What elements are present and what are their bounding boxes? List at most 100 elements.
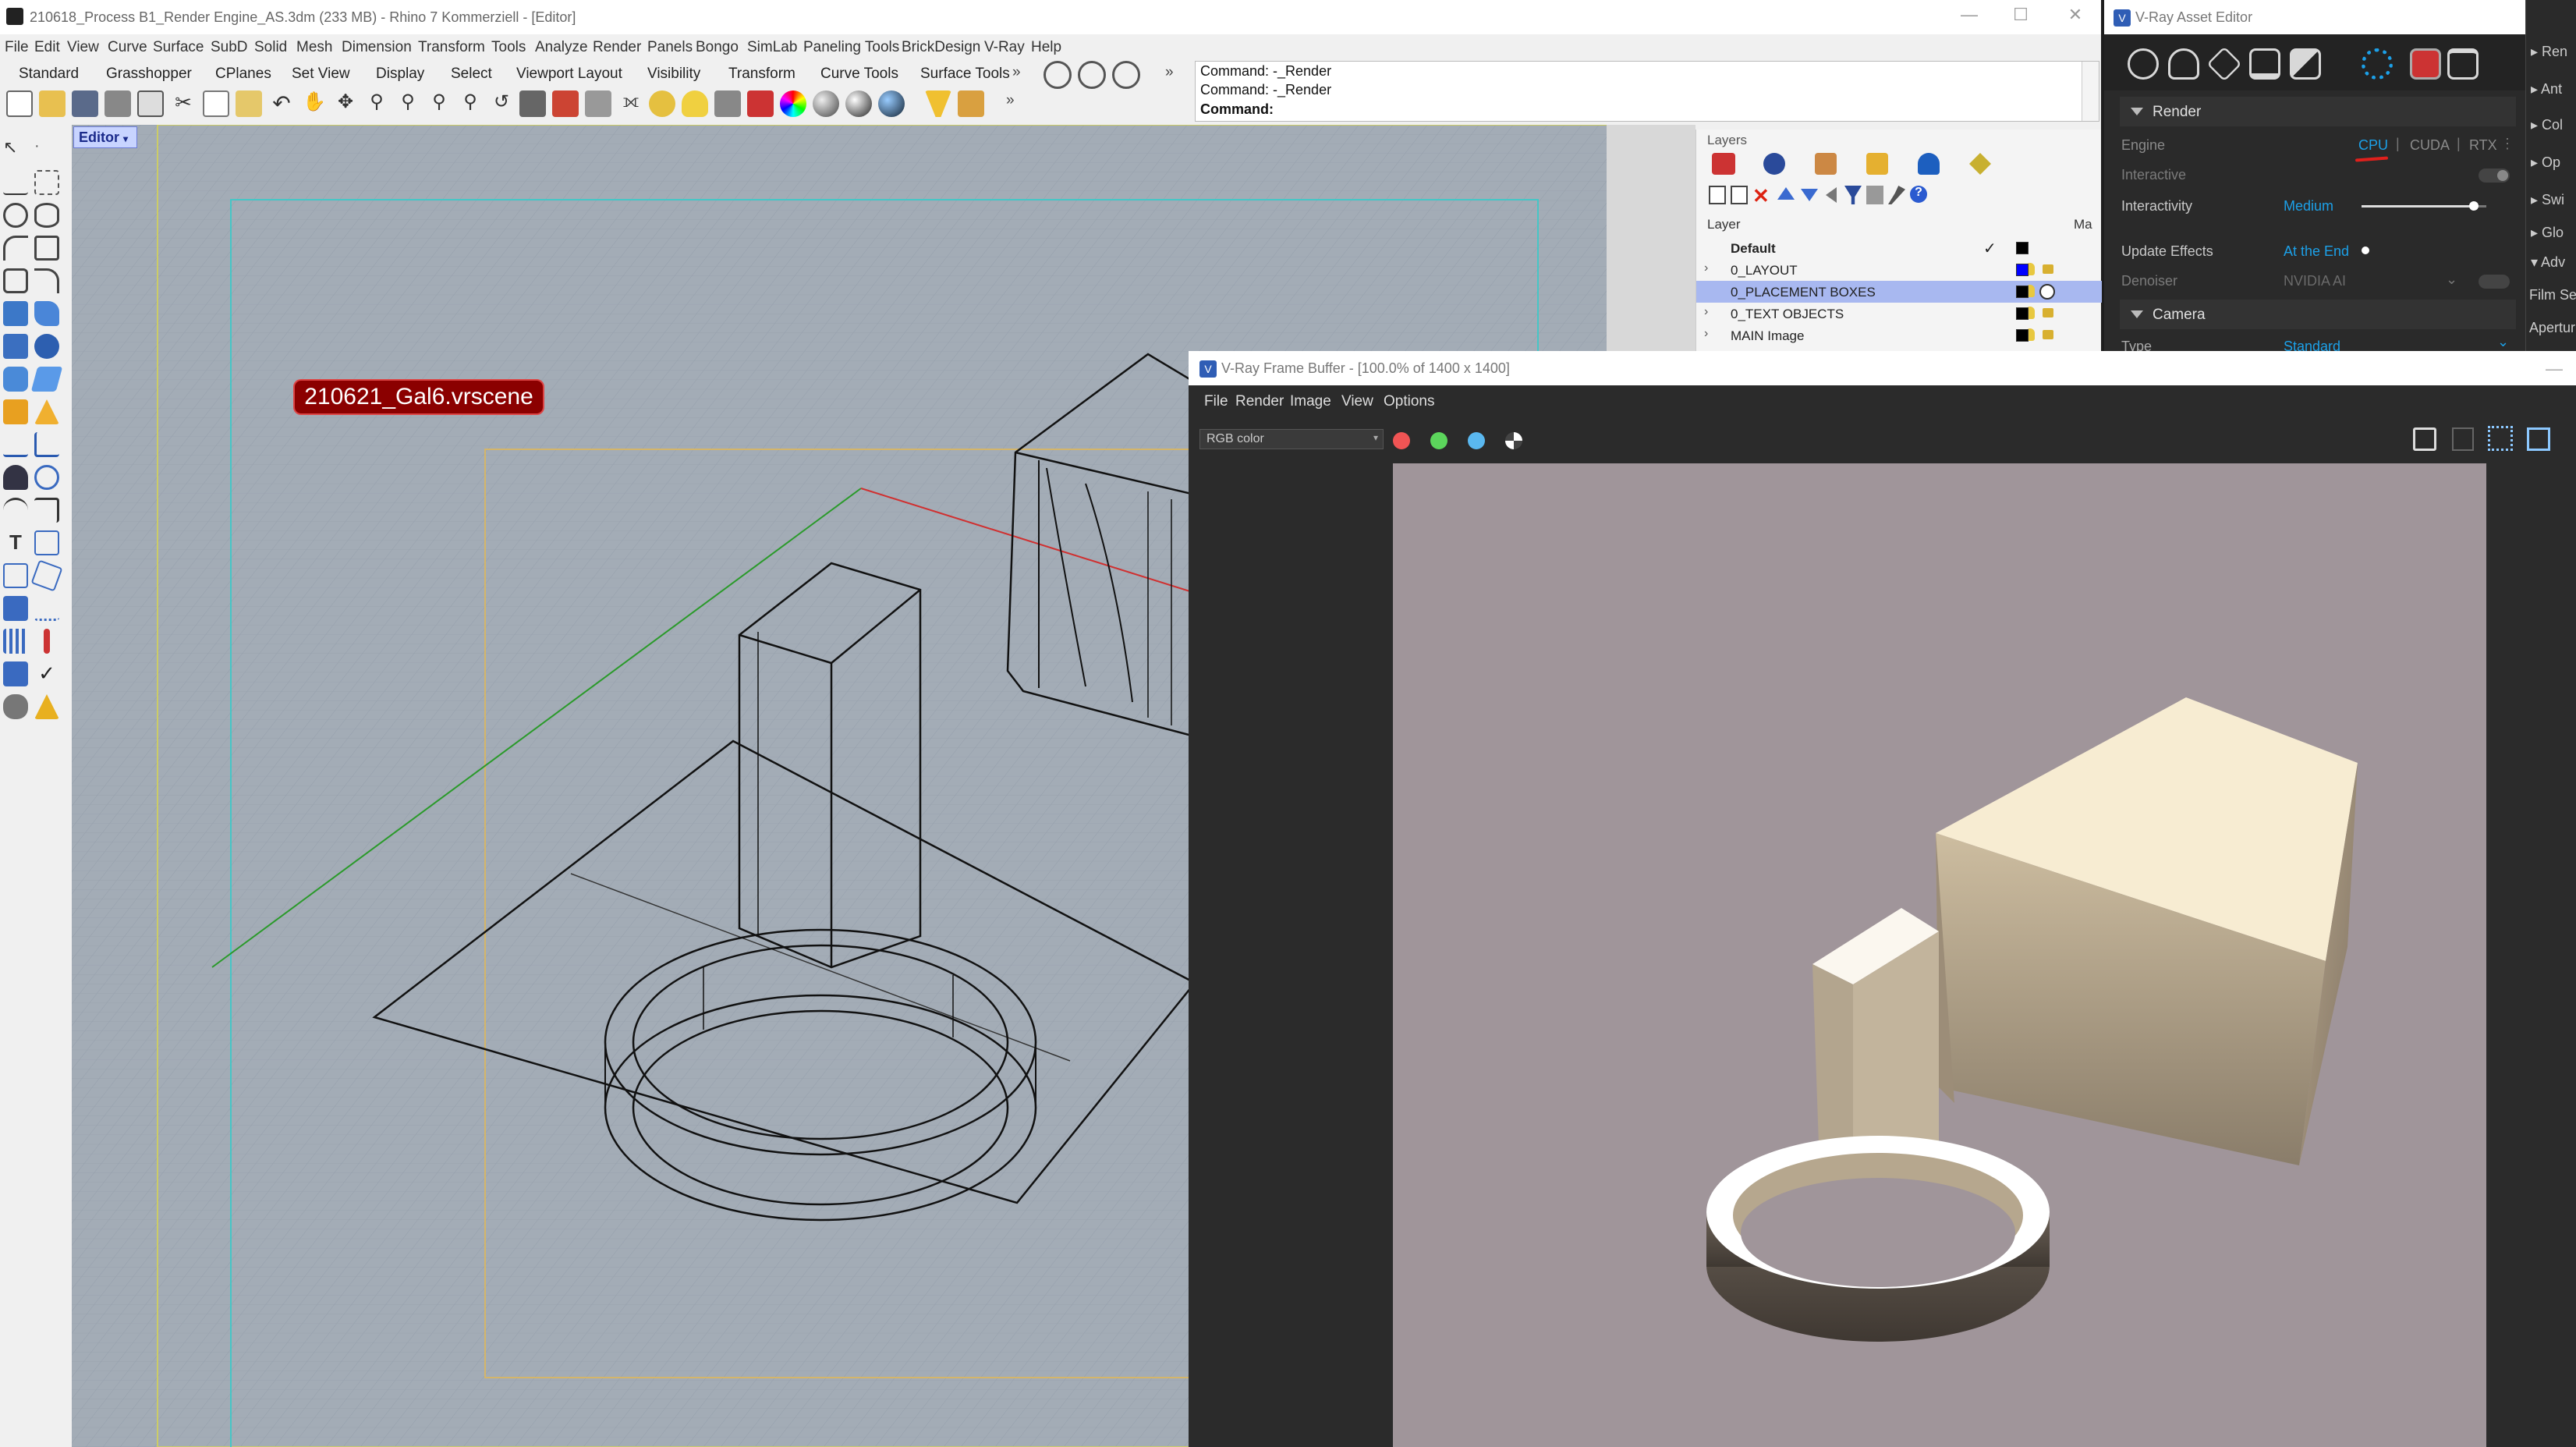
copy-icon[interactable]	[203, 90, 229, 117]
close-button[interactable]: ✕	[2056, 5, 2095, 30]
split-icon[interactable]	[34, 432, 59, 457]
join-icon[interactable]	[34, 465, 59, 490]
mesh-icon[interactable]	[3, 465, 28, 490]
menu-mesh[interactable]: Mesh	[296, 39, 332, 56]
extend-icon[interactable]	[34, 498, 59, 523]
select-arrow-icon[interactable]: ↖	[3, 137, 28, 162]
zoom-extents-icon[interactable]: ⚲	[426, 90, 452, 117]
update-effects-slider-knob[interactable]	[2362, 246, 2369, 254]
vray-interactive-icon[interactable]	[1078, 61, 1106, 89]
update-effects-value[interactable]: At the End	[2284, 243, 2349, 260]
rendered-sphere-icon[interactable]	[845, 90, 872, 117]
engine-more-icon[interactable]: ⋮	[2500, 136, 2514, 152]
side-item[interactable]: ▾ Adv	[2531, 254, 2565, 271]
polyline-icon[interactable]	[3, 170, 28, 195]
layer-color-swatch[interactable]	[2016, 285, 2029, 298]
layer-row-main-image[interactable]: › MAIN Image	[1696, 325, 2102, 345]
render-sphere-icon[interactable]	[878, 90, 905, 117]
trim-icon[interactable]: ⟗	[618, 90, 644, 117]
sphere-icon[interactable]	[34, 334, 59, 359]
scale-icon[interactable]	[3, 596, 28, 621]
menu-solid[interactable]: Solid	[254, 39, 287, 56]
new-layer-icon[interactable]	[1709, 186, 1726, 204]
menu-tools[interactable]: Tools	[491, 39, 526, 56]
layers-tab-icon[interactable]	[1712, 153, 1735, 175]
expand-chevron-icon[interactable]: ›	[1704, 261, 1708, 275]
blue-channel-button[interactable]	[1468, 432, 1485, 449]
options-gear-icon[interactable]	[958, 90, 984, 117]
light-icon[interactable]	[682, 90, 708, 117]
layer-help-icon[interactable]: ?	[1910, 186, 1927, 203]
tab-cplanes[interactable]: CPlanes	[215, 66, 271, 83]
engine-option-cuda[interactable]: CUDA	[2410, 137, 2450, 154]
channel-dropdown[interactable]: RGB color ▾	[1199, 429, 1384, 449]
pan-icon[interactable]: ✋	[301, 90, 328, 117]
undo-view-icon[interactable]: ↺	[488, 90, 515, 117]
menu-render[interactable]: Render	[593, 39, 641, 56]
side-item[interactable]: ▸ Ant	[2531, 81, 2562, 98]
notifications-tab-icon[interactable]	[1918, 153, 1940, 175]
polygon-icon[interactable]	[3, 268, 28, 293]
menu-panels[interactable]: Panels	[647, 39, 693, 56]
tab-select[interactable]: Select	[451, 66, 492, 83]
arc-icon[interactable]	[3, 236, 28, 261]
command-prompt[interactable]: Command:	[1200, 101, 1274, 118]
maximize-button[interactable]: ☐	[2001, 5, 2040, 30]
vray-render-icon[interactable]	[1044, 61, 1072, 89]
save-icon[interactable]	[72, 90, 98, 117]
toolbar-overflow-icon[interactable]: »	[1006, 92, 1015, 109]
zoom-window-icon[interactable]: ⚲	[395, 90, 421, 117]
menu-transform[interactable]: Transform	[418, 39, 485, 56]
color-wheel-icon[interactable]	[780, 90, 806, 117]
offset-icon[interactable]	[3, 498, 28, 523]
new-file-icon[interactable]	[6, 90, 33, 117]
vfb-menu-render[interactable]: Render	[1235, 393, 1284, 410]
menu-simlab[interactable]: SimLab	[747, 39, 797, 56]
array-grid-icon[interactable]	[3, 629, 28, 654]
layer-color-swatch[interactable]	[2016, 329, 2029, 342]
hide-objects-icon[interactable]	[585, 90, 611, 117]
layer-row-placement-boxes[interactable]: 0_PLACEMENT BOXES	[1696, 281, 2102, 303]
move-out-icon[interactable]	[1826, 187, 1837, 203]
layer-lock-icon[interactable]	[2043, 264, 2053, 274]
surface-icon[interactable]	[3, 301, 28, 326]
boolean-union-icon[interactable]	[3, 399, 28, 424]
rectangle-icon[interactable]	[34, 236, 59, 261]
lock-icon[interactable]	[714, 90, 741, 117]
menu-edit[interactable]: Edit	[34, 39, 60, 56]
minimize-button[interactable]: —	[1950, 5, 1989, 30]
vfb-menu-view[interactable]: View	[1341, 393, 1373, 410]
layer-row-text-objects[interactable]: › 0_TEXT OBJECTS	[1696, 303, 2102, 325]
denoiser-toggle[interactable]	[2479, 275, 2510, 289]
tab-surface-tools[interactable]: Surface Tools	[920, 66, 1010, 83]
analyze-icon[interactable]	[3, 694, 28, 719]
import-icon[interactable]	[137, 90, 164, 117]
materials-category-icon[interactable]	[2128, 48, 2159, 80]
grid-icon[interactable]	[519, 90, 546, 117]
layer-color-swatch[interactable]	[2016, 242, 2029, 254]
rotate-view-icon[interactable]: ✥	[332, 90, 359, 117]
zoom-icon[interactable]: ⚲	[363, 90, 390, 117]
shaded-sphere-icon[interactable]	[813, 90, 839, 117]
cylinder-icon[interactable]	[3, 367, 28, 392]
layer-row-default[interactable]: Default ✓	[1696, 237, 2102, 259]
folder-tab-icon[interactable]	[1866, 153, 1888, 175]
trim-tool-icon[interactable]	[3, 432, 28, 457]
group-icon[interactable]	[3, 661, 28, 686]
tab-viewport-layout[interactable]: Viewport Layout	[516, 66, 622, 83]
green-channel-button[interactable]	[1430, 432, 1447, 449]
tab-grasshopper[interactable]: Grasshopper	[106, 66, 192, 83]
delete-layer-icon[interactable]: ✕	[1752, 184, 1771, 207]
menu-view[interactable]: View	[67, 39, 99, 56]
camera-section-header[interactable]: Camera	[2120, 300, 2516, 329]
materials-tab-icon[interactable]	[1815, 153, 1837, 175]
tab-standard[interactable]: Standard	[19, 66, 79, 83]
command-scrollbar[interactable]	[2082, 62, 2099, 121]
tab-display[interactable]: Display	[376, 66, 424, 83]
clear-image-icon[interactable]	[2452, 427, 2474, 451]
region-render-icon[interactable]	[2488, 426, 2513, 451]
zoom-selected-icon[interactable]: ⚲	[457, 90, 484, 117]
side-item[interactable]: ▸ Col	[2531, 117, 2563, 133]
properties-tab-icon[interactable]	[1763, 153, 1785, 175]
layer-states-icon[interactable]	[1866, 186, 1883, 204]
